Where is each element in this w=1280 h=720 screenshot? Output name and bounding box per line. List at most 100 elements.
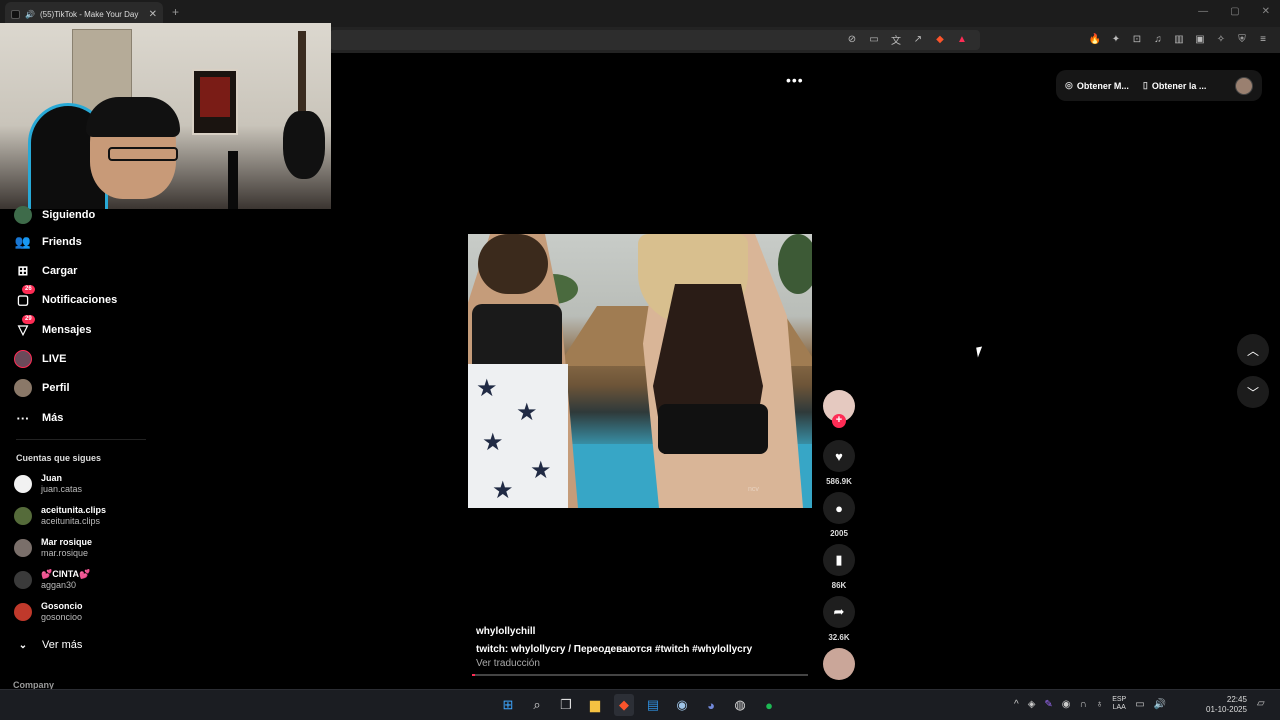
comment-icon: ● [823,492,855,524]
notification-center-icon[interactable]: ▱ [1257,698,1265,709]
photos-icon[interactable]: ▤ [643,694,663,716]
account-handle: mar.rosique [41,548,89,558]
account-name: Gosoncio [41,601,83,611]
sidebar-item-friends[interactable]: 👥 Friends [14,233,82,251]
video-player[interactable]: ★ ★ ★ ★ ★ ncv [468,234,812,508]
get-app-button[interactable]: ▯ Obtener la ... [1143,80,1206,91]
video-shorts [658,404,768,454]
following-account[interactable]: aceitunita.clips aceitunita.clips [14,505,106,527]
sidebar-item-following[interactable]: Siguiendo [14,206,95,224]
volume-icon[interactable]: 🔊 [1154,699,1166,710]
following-icon [14,206,32,224]
next-video-button[interactable]: ﹀ [1237,376,1269,408]
tab-title: (55)TikTok - Make Your Day [39,9,139,19]
chevron-down-icon: ﹀ [1246,385,1259,400]
music-icon[interactable]: ♫ [1151,32,1165,46]
start-menu-icon[interactable]: ⊞ [498,694,518,716]
sidebar-item-live[interactable]: LIVE [14,350,66,368]
video-more-options-icon[interactable]: ••• [786,72,804,88]
steam-tray-icon[interactable]: ◉ [1062,699,1071,710]
sidebar-item-messages[interactable]: ▽ 29 Mensajes [14,315,92,339]
webcam-mic-stand [228,151,238,209]
caption-description: twitch: whylollycry / Переодеваются #twi… [476,644,753,655]
headset-icon[interactable]: ∩ [1080,699,1087,710]
avatar [14,603,32,621]
follow-plus-icon[interactable]: + [832,414,846,428]
webcam-poster [192,69,238,135]
language-indicator[interactable]: ESP LAA [1112,696,1126,712]
cast-icon[interactable]: ▭ [867,32,881,46]
save-button[interactable]: ▮ 86K [822,544,856,590]
extensions-icon[interactable]: ✦ [1109,32,1123,46]
music-disc-avatar[interactable] [823,648,855,680]
mouse-cursor-icon [976,346,984,358]
comment-button[interactable]: ● 2005 [822,492,856,538]
more-icon: ··· [16,410,30,426]
brave-browser-icon[interactable]: ◆ [614,694,634,716]
translate-icon[interactable]: 文 [889,32,903,47]
brave-shields-icon[interactable]: ◆ [933,32,947,46]
discord-icon[interactable]: ◕ [701,694,721,716]
see-more-button[interactable]: ⌄ Ver más [14,636,83,654]
speaker-icon[interactable]: 🔊 [25,10,35,19]
comment-count: 2005 [830,529,848,538]
avatar [14,539,32,557]
keyboard-layout: LAA [1112,704,1126,711]
search-icon[interactable]: ⌕ [527,694,547,716]
brave-rewards-icon[interactable]: ▲ [955,32,969,46]
following-account[interactable]: Mar rosique mar.rosique [14,537,92,559]
get-coins-button[interactable]: ◎ Obtener M... [1065,80,1129,91]
steam-icon[interactable]: ◉ [672,694,692,716]
obs-icon[interactable]: ◍ [730,694,750,716]
sidebar-item-notifications[interactable]: ▢ 26 Notificaciones [14,285,117,309]
following-account[interactable]: 💕CINTA💕 aggan30 [14,569,90,591]
following-account[interactable]: Juan juan.catas [14,473,82,495]
sidebar-item-profile[interactable]: Perfil [14,379,70,397]
menu-icon[interactable]: ≡ [1256,32,1270,46]
pen-icon[interactable]: ✎ [1044,699,1052,710]
close-window-button[interactable]: ✕ [1262,6,1270,17]
following-account[interactable]: Gosoncio gosoncioo [14,601,83,623]
tab-close-icon[interactable]: ✕ [149,9,157,20]
flame-icon[interactable]: 🔥 [1088,32,1102,46]
tray-app-icon[interactable]: ◈ [1028,699,1036,710]
phone-icon: ▯ [1142,80,1148,90]
see-translation-link[interactable]: Ver traducción [476,658,816,669]
maximize-button[interactable]: ▢ [1230,6,1239,17]
sidebar-toggle-icon[interactable]: ▥ [1172,32,1186,46]
new-tab-button[interactable]: + [172,5,179,19]
like-button[interactable]: ♥ 586.9K [822,440,856,486]
sidebar-item-label: Mensajes [42,324,92,336]
account-name: Mar rosique [41,537,93,547]
profile-avatar [14,379,32,397]
microphone-icon[interactable]: ♁ [1096,699,1104,710]
share-button[interactable]: ➦ 32.6K [822,596,856,642]
account-handle: aggan30 [41,580,77,590]
screen: 🔊 (55)TikTok - Make Your Day ✕ + — ▢ ✕ ⊘… [0,0,1280,720]
tray-overflow-icon[interactable]: ^ [1014,699,1019,710]
wallet-icon[interactable]: ▣ [1193,32,1207,46]
avatar [14,507,32,525]
no-script-icon[interactable]: ⊘ [845,32,859,46]
previous-video-button[interactable]: ︿ [1237,334,1269,366]
sidebar-item-upload[interactable]: ⊞ Cargar [14,262,78,280]
spotify-icon[interactable]: ● [759,694,779,716]
taskbar-clock[interactable]: 22:45 01-10-2025 [1206,695,1247,715]
leo-ai-icon[interactable]: ✧ [1214,32,1228,46]
minimize-button[interactable]: — [1198,6,1208,17]
sidebar-item-more[interactable]: ··· Más [14,409,64,427]
user-avatar[interactable] [1235,76,1253,95]
video-progress-bar[interactable] [472,674,808,676]
share-arrow-icon: ➦ [823,596,855,628]
sidebar-divider [16,439,146,440]
video-hair-left [478,234,548,294]
file-explorer-icon[interactable]: ▆ [585,694,605,716]
network-icon[interactable]: ▭ [1135,699,1144,710]
caption-username[interactable]: whylollychill [476,626,816,637]
task-view-icon[interactable]: ❐ [556,694,576,716]
vpn-icon[interactable]: ⛨ [1235,32,1249,46]
friends-icon: 👥 [14,234,32,249]
windows-taskbar: ⊞ ⌕ ❐ ▆ ◆ ▤ ◉ ◕ ◍ ● ^ ◈ ✎ ◉ ∩ ♁ ESP LAA … [0,689,1280,720]
share-icon[interactable]: ↗ [911,32,925,46]
screenshot-icon[interactable]: ⊡ [1130,32,1144,46]
